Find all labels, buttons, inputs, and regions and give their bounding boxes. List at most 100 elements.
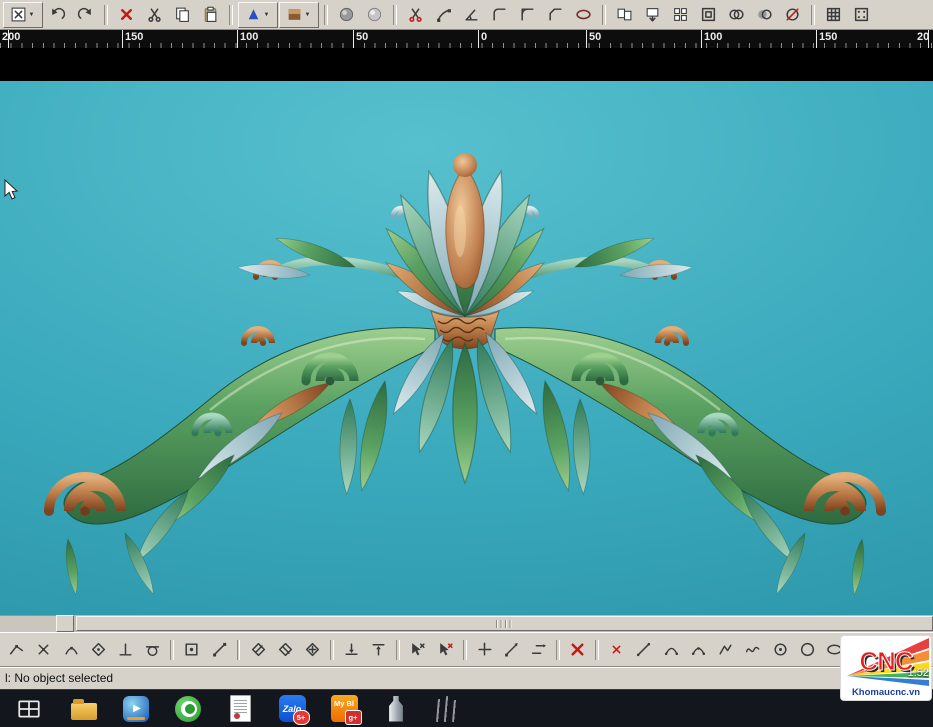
- fillet-corner-button[interactable]: [486, 2, 513, 28]
- ruler-tick: [701, 30, 702, 48]
- dropdown-arrow-icon[interactable]: [303, 12, 312, 18]
- shear-nodes-button[interactable]: [525, 636, 552, 664]
- fill-color-button[interactable]: [238, 2, 278, 28]
- copy-button[interactable]: [169, 2, 196, 28]
- taskbar-item-document-viewer[interactable]: [214, 690, 266, 727]
- paste-block-icon: [644, 6, 661, 23]
- chamfer-corner-icon: [547, 6, 564, 23]
- toolbar-separator: [811, 5, 815, 25]
- sphere-render-button[interactable]: [333, 2, 360, 28]
- cut-node-button[interactable]: [30, 636, 57, 664]
- grid-snap-toggle-button[interactable]: [178, 636, 205, 664]
- taskbar-item-my-blog[interactable]: My Bl g+: [318, 690, 370, 727]
- taskbar-item-zalo[interactable]: Zalo 5+: [266, 690, 318, 727]
- toolbar-separator: [324, 5, 328, 25]
- chamfer-corner-button[interactable]: [542, 2, 569, 28]
- arc-node-button[interactable]: [57, 636, 84, 664]
- select-delete-icon: [409, 641, 426, 658]
- subtract-vectors-button[interactable]: [751, 2, 778, 28]
- mirror-both-button[interactable]: [299, 636, 326, 664]
- taskbar-item-winrar[interactable]: [422, 690, 474, 727]
- delete-button[interactable]: [113, 2, 140, 28]
- align-bottom-button[interactable]: [338, 636, 365, 664]
- grid-snap-button[interactable]: [820, 2, 847, 28]
- fillet-round-button[interactable]: [514, 2, 541, 28]
- stretch-nodes-button[interactable]: [498, 636, 525, 664]
- angle-measure-button[interactable]: [458, 2, 485, 28]
- select-delete-red-button[interactable]: [431, 636, 458, 664]
- dropdown-arrow-icon[interactable]: [262, 12, 271, 18]
- draw-polyline-button[interactable]: [712, 636, 739, 664]
- model-canvas[interactable]: [0, 81, 933, 615]
- draw-arc-icon: [663, 641, 680, 658]
- paste-button[interactable]: [197, 2, 224, 28]
- edit-nodes-button[interactable]: [3, 636, 30, 664]
- cad-application-window: 200 150 100 50 0 50 100 150 20: [0, 0, 933, 723]
- redo-button[interactable]: [72, 2, 99, 28]
- taskbar-start-button[interactable]: [0, 690, 58, 727]
- ellipse-tool-button[interactable]: [570, 2, 597, 28]
- ruler-tick: [586, 30, 587, 48]
- array-block-button[interactable]: [667, 2, 694, 28]
- ruler-label: 150: [819, 31, 837, 43]
- horizontal-scrollbar[interactable]: [0, 615, 933, 632]
- draw-spline-button[interactable]: [739, 636, 766, 664]
- node-edit-toggle-icon: [211, 641, 228, 658]
- undo-icon: [49, 6, 66, 23]
- delete-vector-button[interactable]: [564, 636, 591, 664]
- mirror-diagonal-button[interactable]: [244, 636, 271, 664]
- sphere-matte-button[interactable]: [361, 2, 388, 28]
- taskbar-item-engraving-tool[interactable]: [370, 690, 422, 727]
- taskbar-item-coccoc-browser[interactable]: [162, 690, 214, 727]
- trim-scissors-button[interactable]: [402, 2, 429, 28]
- draw-arc-button[interactable]: [658, 636, 685, 664]
- redo-icon: [77, 6, 94, 23]
- taskbar-item-media-player[interactable]: [110, 690, 162, 727]
- tangent-snap-button[interactable]: [139, 636, 166, 664]
- ruler-label: 100: [240, 31, 258, 43]
- draw-line-button[interactable]: [630, 636, 657, 664]
- edit-node-arrow-button[interactable]: [430, 2, 457, 28]
- node-edit-toggle-button[interactable]: [205, 636, 232, 664]
- slice-vectors-button[interactable]: [779, 2, 806, 28]
- draw-circle-button[interactable]: [794, 636, 821, 664]
- align-top-button[interactable]: [365, 636, 392, 664]
- zalo-icon: Zalo 5+: [279, 695, 306, 722]
- taskbar-item-file-explorer[interactable]: [58, 690, 110, 727]
- cut-icon: [146, 6, 163, 23]
- draw-polyline-icon: [717, 641, 734, 658]
- undo-button[interactable]: [44, 2, 71, 28]
- dropdown-arrow-icon[interactable]: [27, 12, 36, 18]
- top-toolbar: [0, 0, 933, 30]
- draw-arc-3pt-button[interactable]: [685, 636, 712, 664]
- weld-vectors-button[interactable]: [723, 2, 750, 28]
- ruler-label: 0: [481, 31, 487, 43]
- windows-taskbar: Zalo 5+ My Bl g+: [0, 689, 933, 727]
- material-fill-icon: [286, 6, 303, 23]
- snap-center-icon: [90, 641, 107, 658]
- grid-options-button[interactable]: [848, 2, 875, 28]
- material-fill-button[interactable]: [279, 2, 319, 28]
- logo-subtitle: Khomaucnc.vn: [841, 686, 931, 700]
- ruler-tick: [122, 30, 123, 48]
- scrollbar-corner-button[interactable]: [56, 615, 74, 632]
- scrollbar-thumb[interactable]: [76, 616, 933, 631]
- erase-vector-button[interactable]: [603, 636, 630, 664]
- stretch-nodes-icon: [503, 641, 520, 658]
- cut-button[interactable]: [141, 2, 168, 28]
- mirror-diagonal-2-button[interactable]: [272, 636, 299, 664]
- scrollbar-track[interactable]: [74, 615, 933, 632]
- select-vector-button[interactable]: [3, 2, 43, 28]
- copy-block-button[interactable]: [611, 2, 638, 28]
- draw-point-circle-button[interactable]: [766, 636, 793, 664]
- snap-center-button[interactable]: [85, 636, 112, 664]
- bottom-toolbar: [0, 632, 933, 666]
- offset-block-button[interactable]: [695, 2, 722, 28]
- trim-scissors-icon: [407, 6, 424, 23]
- select-delete-button[interactable]: [404, 636, 431, 664]
- transform-nodes-button[interactable]: [471, 636, 498, 664]
- perpendicular-snap-button[interactable]: [112, 636, 139, 664]
- sphere-matte-icon: [366, 6, 383, 23]
- paste-block-button[interactable]: [639, 2, 666, 28]
- winrar-icon: [437, 696, 460, 722]
